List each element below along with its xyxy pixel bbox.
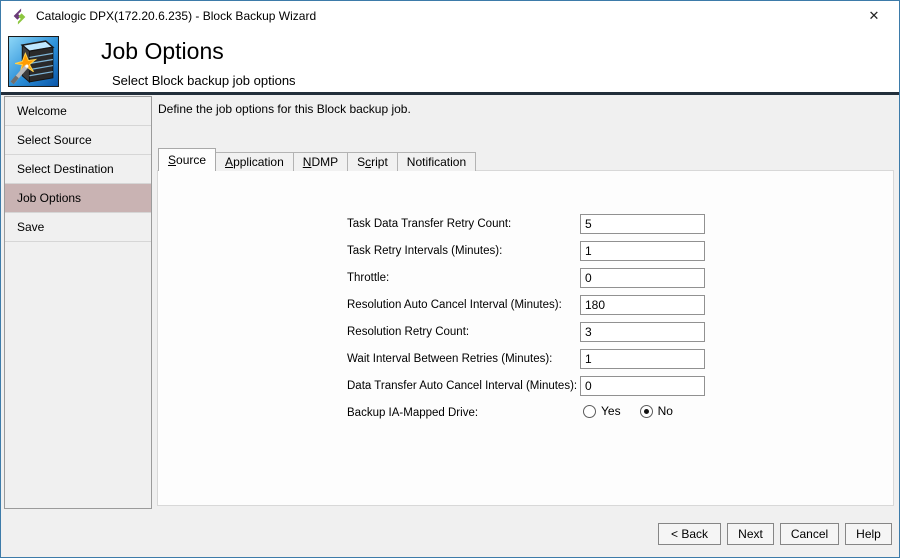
task-retry-intervals-input[interactable] — [580, 241, 705, 261]
page-title: Job Options — [101, 38, 224, 65]
tab-source[interactable]: Source — [158, 148, 216, 171]
wizard-icon — [8, 36, 59, 87]
tab-notification[interactable]: Notification — [397, 152, 476, 171]
tab-bar: Source Application NDMP Script Notificat… — [158, 148, 475, 171]
page-subtitle: Select Block backup job options — [112, 73, 296, 88]
content-description: Define the job options for this Block ba… — [158, 102, 411, 116]
form-row: Task Retry Intervals (Minutes): — [347, 241, 502, 261]
cancel-button[interactable]: Cancel — [780, 523, 839, 545]
field-label: Backup IA-Mapped Drive: — [347, 407, 478, 419]
field-label: Task Data Transfer Retry Count: — [347, 218, 511, 230]
form-row: Wait Interval Between Retries (Minutes): — [347, 349, 552, 369]
field-label: Throttle: — [347, 272, 389, 284]
help-button[interactable]: Help — [845, 523, 892, 545]
sidebar-item-select-destination[interactable]: Select Destination — [5, 155, 151, 184]
catalogic-logo-icon — [11, 8, 28, 25]
sidebar-item-job-options[interactable]: Job Options — [5, 184, 151, 213]
sidebar-item-select-source[interactable]: Select Source — [5, 126, 151, 155]
sidebar-item-welcome[interactable]: Welcome — [5, 97, 151, 126]
resolution-auto-cancel-interval-input[interactable] — [580, 295, 705, 315]
sidebar-item-save[interactable]: Save — [5, 213, 151, 242]
wait-interval-between-retries-input[interactable] — [580, 349, 705, 369]
tab-ndmp[interactable]: NDMP — [293, 152, 348, 171]
wizard-steps-sidebar: Welcome Select Source Select Destination… — [4, 96, 152, 509]
radio-option-yes[interactable]: Yes — [583, 404, 621, 418]
wizard-header: Job Options Select Block backup job opti… — [1, 31, 899, 95]
form-row: Resolution Retry Count: — [347, 322, 469, 342]
form-row: Throttle: — [347, 268, 389, 288]
form-row: Data Transfer Auto Cancel Interval (Minu… — [347, 376, 577, 396]
close-icon[interactable]: ✕ — [859, 3, 889, 29]
task-data-transfer-retry-count-input[interactable] — [580, 214, 705, 234]
resolution-retry-count-input[interactable] — [580, 322, 705, 342]
window-title: Catalogic DPX(172.20.6.235) - Block Back… — [36, 9, 316, 23]
throttle-input[interactable] — [580, 268, 705, 288]
field-label: Wait Interval Between Retries (Minutes): — [347, 353, 552, 365]
radio-circle-yes[interactable] — [583, 405, 596, 418]
tab-application[interactable]: Application — [215, 152, 294, 171]
field-label: Data Transfer Auto Cancel Interval (Minu… — [347, 380, 577, 392]
window-frame: Catalogic DPX(172.20.6.235) - Block Back… — [0, 0, 900, 558]
back-button[interactable]: < Back — [658, 523, 721, 545]
radio-group: Backup IA-Mapped Drive: Yes No — [347, 403, 478, 423]
title-bar: Catalogic DPX(172.20.6.235) - Block Back… — [1, 1, 899, 31]
form-row: Resolution Auto Cancel Interval (Minutes… — [347, 295, 562, 315]
field-label: Resolution Retry Count: — [347, 326, 469, 338]
field-label: Resolution Auto Cancel Interval (Minutes… — [347, 299, 562, 311]
tab-panel: Task Data Transfer Retry Count: Task Ret… — [157, 170, 894, 506]
tab-script[interactable]: Script — [347, 152, 398, 171]
form-row: Task Data Transfer Retry Count: — [347, 214, 511, 234]
radio-option-no[interactable]: No — [640, 404, 673, 418]
next-button[interactable]: Next — [727, 523, 774, 545]
field-label: Task Retry Intervals (Minutes): — [347, 245, 502, 257]
radio-circle-no[interactable] — [640, 405, 653, 418]
data-transfer-auto-cancel-interval-input[interactable] — [580, 376, 705, 396]
